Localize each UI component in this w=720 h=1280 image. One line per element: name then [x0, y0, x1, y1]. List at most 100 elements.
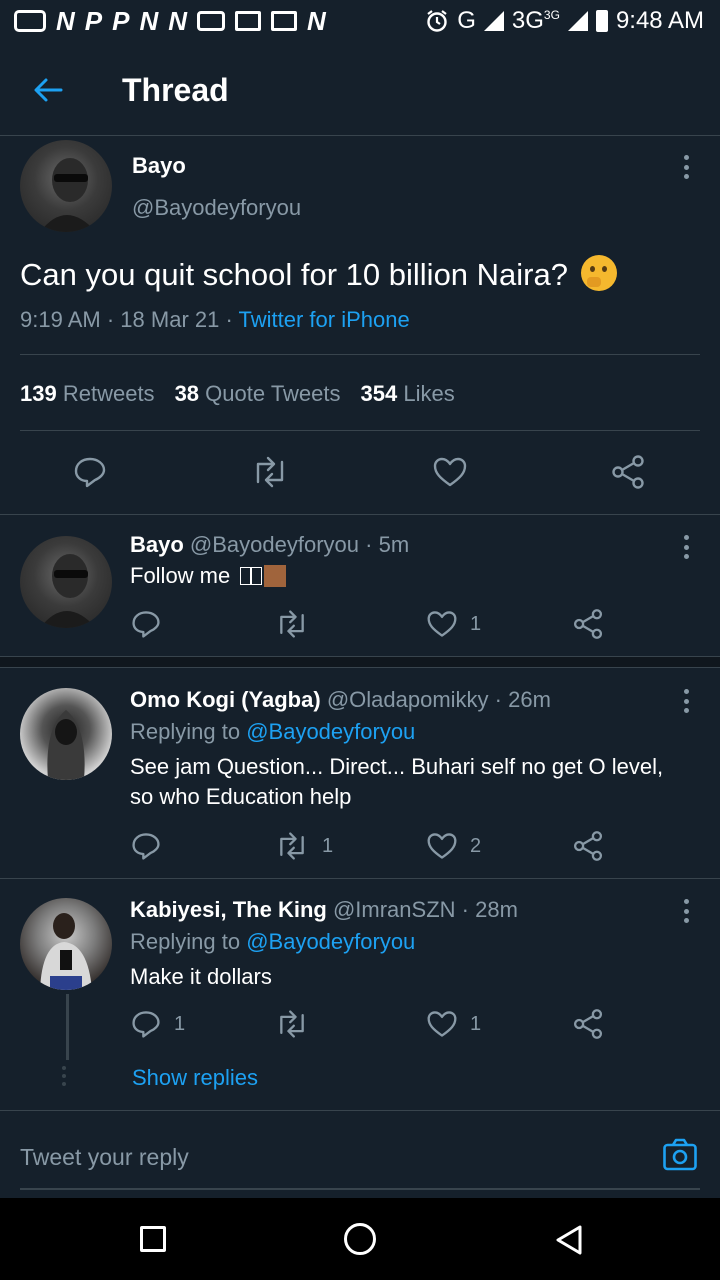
- share-icon: [612, 455, 644, 489]
- likes-stat[interactable]: 354 Likes: [361, 380, 455, 408]
- retweet-button[interactable]: [250, 454, 290, 490]
- author-name[interactable]: Kabiyesi, The King: [130, 897, 327, 922]
- tweet-text: Follow me: [130, 561, 287, 591]
- tweet-text: See jam Question... Direct... Buhari sel…: [130, 754, 664, 809]
- reply-button[interactable]: 1: [130, 1008, 185, 1040]
- signal-icon: [483, 11, 504, 31]
- like-button[interactable]: [432, 454, 468, 490]
- avatar[interactable]: [20, 688, 112, 780]
- replying-to: Replying to @Bayodeyforyou: [130, 719, 416, 744]
- notification-glyph: N: [56, 6, 75, 36]
- author-name[interactable]: Omo Kogi (Yagba): [130, 687, 321, 712]
- author-name[interactable]: Bayo: [132, 152, 186, 180]
- status-bar: N P P N N N G 3G3G 9:48 AM: [0, 0, 720, 44]
- reply-input-underline: [20, 1188, 700, 1190]
- divider: [20, 430, 700, 431]
- reply-icon: [132, 1011, 160, 1038]
- tweet-time: 9:19 AM: [20, 307, 101, 332]
- tweet-text: Make it dollars: [130, 964, 272, 989]
- share-button[interactable]: [610, 454, 646, 490]
- heart-icon: [433, 457, 467, 487]
- notification-glyph: P: [112, 6, 130, 36]
- recents-button[interactable]: [140, 1226, 166, 1252]
- profile-photo: [40, 554, 96, 628]
- quote-tweets-stat[interactable]: 38 Quote Tweets: [175, 380, 341, 408]
- reply-button[interactable]: [130, 608, 174, 640]
- profile-photo: [40, 913, 92, 990]
- more-options-button[interactable]: [676, 686, 696, 716]
- like-button[interactable]: 1: [426, 608, 481, 640]
- reply-count: 1: [174, 1012, 186, 1035]
- replying-to-handle[interactable]: @Bayodeyforyou: [246, 929, 415, 954]
- tweet-date: 18 Mar 21: [120, 307, 220, 332]
- signal-icon: [567, 11, 588, 31]
- retweet-icon: [256, 456, 284, 488]
- author-handle[interactable]: @Bayodeyforyou: [132, 194, 301, 222]
- heart-icon: [427, 1011, 457, 1037]
- mail-icon: [271, 11, 298, 31]
- reply-button[interactable]: [130, 830, 174, 862]
- share-button[interactable]: [572, 1008, 604, 1040]
- back-nav-button[interactable]: [554, 1224, 584, 1261]
- show-replies-link[interactable]: Show replies: [132, 1064, 258, 1092]
- notification-icons: N P P N N N: [14, 6, 326, 36]
- battery-icon: [595, 10, 608, 32]
- network-type: G: [457, 7, 476, 34]
- reply-header: Omo Kogi (Yagba) @Oladapomikky · 26m: [130, 687, 551, 712]
- retweets-stat[interactable]: 139 Retweets: [20, 380, 155, 408]
- tweet-meta: 9:19 AM · 18 Mar 21 · Twitter for iPhone: [20, 307, 410, 332]
- reply-icon: [132, 611, 160, 638]
- home-button[interactable]: [344, 1223, 376, 1255]
- reply-header: Bayo @Bayodeyforyou · 5m: [130, 532, 410, 557]
- reply-input[interactable]: Tweet your reply: [20, 1141, 189, 1173]
- share-icon: [573, 609, 603, 639]
- notification-glyph: N: [307, 6, 326, 36]
- notification-glyph: N: [168, 6, 188, 36]
- camera-button[interactable]: [662, 1137, 698, 1173]
- more-options-button[interactable]: [676, 896, 696, 926]
- retweet-button[interactable]: 1: [274, 830, 333, 862]
- replying-to-handle[interactable]: @Bayodeyforyou: [246, 719, 415, 744]
- divider: [20, 354, 700, 355]
- tweet-stats: 139 Retweets 38 Quote Tweets 354 Likes: [20, 380, 455, 408]
- like-button[interactable]: 2: [426, 830, 481, 862]
- tweet-age: 26m: [508, 687, 551, 712]
- share-button[interactable]: [572, 608, 604, 640]
- missing-glyph-icon: [240, 567, 252, 585]
- reply-button[interactable]: [72, 454, 108, 490]
- tweet-age: 28m: [475, 897, 518, 922]
- notification-app-icon: [14, 10, 46, 32]
- thread-line: [66, 994, 69, 1060]
- like-count: 1: [470, 1012, 482, 1035]
- author-name[interactable]: Bayo: [130, 532, 184, 557]
- back-triangle-icon: [556, 1225, 582, 1255]
- arrow-left-icon: [34, 78, 63, 102]
- back-button[interactable]: [26, 70, 70, 110]
- camera-icon: [663, 1138, 697, 1171]
- author-handle[interactable]: @Bayodeyforyou: [190, 532, 359, 557]
- author-handle[interactable]: @ImranSZN: [333, 897, 456, 922]
- alarm-icon: [427, 10, 447, 32]
- like-button[interactable]: 1: [426, 1008, 481, 1040]
- reply-header: Kabiyesi, The King @ImranSZN · 28m: [130, 897, 518, 922]
- avatar[interactable]: [20, 140, 112, 232]
- retweet-icon: [280, 832, 304, 860]
- system-navigation-bar: [0, 1198, 720, 1280]
- retweet-count: 1: [322, 834, 334, 857]
- reply-icon: [132, 833, 160, 860]
- more-options-button[interactable]: [676, 532, 696, 562]
- avatar[interactable]: [20, 898, 112, 990]
- share-button[interactable]: [572, 830, 604, 862]
- like-count: 1: [470, 612, 482, 635]
- retweet-button[interactable]: [274, 1008, 322, 1040]
- tweet-source-link[interactable]: Twitter for iPhone: [239, 307, 410, 332]
- thinking-face-icon: [580, 255, 617, 291]
- divider: [0, 514, 720, 515]
- notification-glyph: N: [139, 6, 159, 36]
- retweet-button[interactable]: [274, 608, 322, 640]
- notification-glyph: P: [84, 6, 103, 36]
- more-options-button[interactable]: [676, 152, 696, 182]
- avatar[interactable]: [20, 536, 112, 628]
- skin-tone-icon: [264, 565, 287, 587]
- author-handle[interactable]: @Oladapomikky: [327, 687, 489, 712]
